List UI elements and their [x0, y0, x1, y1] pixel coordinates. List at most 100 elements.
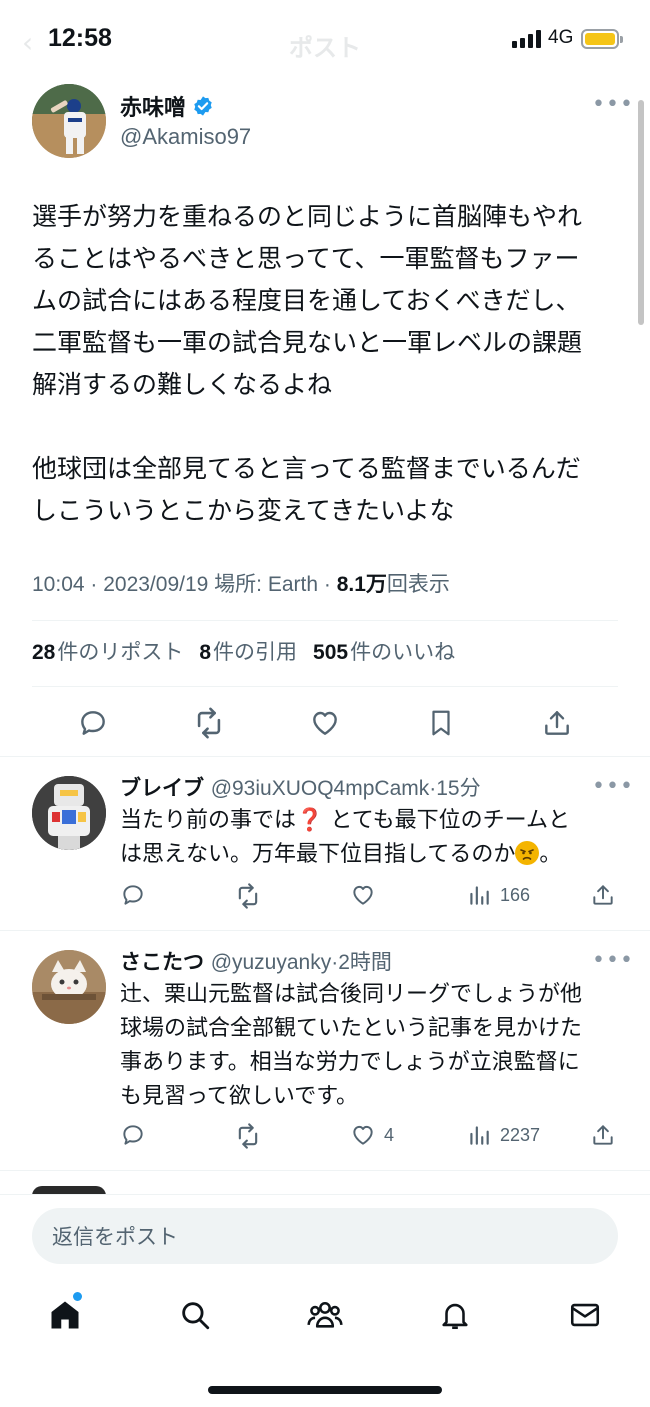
likes-label: 件のいいね: [350, 640, 456, 664]
tab-search[interactable]: [174, 1294, 216, 1336]
quotes-stat[interactable]: 8件の引用: [199, 636, 297, 666]
battery-icon: [581, 29, 619, 49]
reply-reply-button[interactable]: [120, 1122, 146, 1148]
quotes-label: 件の引用: [213, 640, 298, 664]
share-icon: [593, 885, 613, 905]
tweet-line: 他球団は全部見てると言ってる監督までいるんだ: [32, 454, 581, 483]
reply-compose-input[interactable]: 返信をポスト: [32, 1208, 618, 1264]
quotes-count: 8: [199, 641, 212, 664]
network-type: 4G: [548, 27, 574, 48]
reply-line: 事あります。相当な労力でしょうが立浪監督に: [120, 1050, 580, 1075]
divider: [0, 930, 650, 931]
views-bar-chart-icon: [470, 886, 489, 905]
tab-messages[interactable]: [564, 1294, 606, 1336]
reply-author-handle[interactable]: @93iuXUOQ4mpCamk: [211, 777, 430, 800]
reply-body: 当たり前の事では❓ とても最下位のチームと は思えない。万年最下位目指してるのか…: [120, 804, 620, 872]
tweet-line: 選手が努力を重ねるのと同じように首脳陣もやれ: [32, 202, 583, 231]
views-count: 166: [500, 884, 531, 905]
reply-time: ·15分: [429, 777, 481, 800]
like-count: 4: [384, 1124, 395, 1145]
reply-body: 辻、栗山元監督は試合後同リーグでしょうが他 球場の試合全部観ていたという記事を見…: [120, 978, 620, 1114]
cellular-signal-icon: [512, 30, 541, 48]
share-icon[interactable]: [538, 704, 576, 742]
reply-icon: [123, 1125, 143, 1145]
angry-face-icon: [515, 841, 540, 865]
reply-author-name[interactable]: ブレイブ: [120, 776, 204, 800]
reply-author-handle[interactable]: @yuzuyanky: [211, 951, 332, 974]
reply-avatar[interactable]: [32, 950, 106, 1024]
bookmark-icon[interactable]: [422, 704, 460, 742]
reply-avatar[interactable]: [32, 776, 106, 850]
tweet-line: 二軍監督も一軍の試合見ないと一軍レベルの課題: [32, 328, 583, 357]
reply-header: ブレイブ @93iuXUOQ4mpCamk·15分: [120, 772, 481, 802]
reply-like-button[interactable]: [350, 882, 384, 908]
reply-icon[interactable]: [74, 704, 112, 742]
home-icon: [51, 1301, 79, 1329]
reply-line: も見習って欲しいです。: [120, 1084, 359, 1109]
reply-line: 辻、栗山元監督は試合後同リーグでしょうが他: [120, 982, 583, 1007]
like-icon[interactable]: [306, 704, 344, 742]
divider: [32, 620, 618, 621]
reply-reply-button[interactable]: [120, 882, 146, 908]
author-handle[interactable]: @Akamiso97: [120, 124, 251, 150]
tweet-body: 選手が努力を重ねるのと同じように首脳陣もやれ ることはやるべきと思ってて、一軍監…: [32, 196, 632, 532]
reply-views-button[interactable]: 2237: [466, 1122, 540, 1148]
likes-stat[interactable]: 505件のいいね: [313, 636, 455, 666]
reply-share-button[interactable]: [590, 882, 616, 908]
home-indicator: [208, 1386, 442, 1394]
views-label: 回表示: [386, 573, 450, 596]
reply-line: 球場の試合全部観ていたという記事を見かけた: [120, 1016, 583, 1041]
reply-line-end: 。: [539, 842, 562, 867]
verified-badge-icon: [194, 96, 212, 116]
likes-count: 505: [313, 641, 349, 664]
views-count[interactable]: 8.1万: [337, 573, 387, 596]
divider: [32, 686, 618, 687]
home-notification-dot: [73, 1292, 82, 1301]
compose-placeholder: 返信をポスト: [52, 1225, 178, 1249]
reply-time: ·2時間: [331, 951, 392, 974]
reply-line-text: は思えない。万年最下位目指してるのか: [120, 842, 516, 867]
search-icon: [182, 1302, 210, 1330]
more-options-icon[interactable]: •••: [592, 92, 634, 117]
repost-icon: [238, 1123, 258, 1149]
tweet-line: 解消するの難しくなるよね: [32, 370, 333, 399]
reply-repost-button[interactable]: [234, 882, 262, 910]
repost-icon: [238, 883, 258, 909]
reply-repost-button[interactable]: [234, 1122, 262, 1150]
views-bar-chart-icon: [470, 1126, 489, 1145]
tab-notifications[interactable]: [434, 1294, 476, 1336]
tweet-line: ることはやるべきと思ってて、一軍監督もファー: [32, 244, 580, 273]
reply-more-options-icon[interactable]: •••: [592, 774, 634, 799]
like-icon: [353, 1125, 373, 1145]
tweet-meta: 10:04 · 2023/09/19 場所: Earth · 8.1万回表示: [32, 568, 450, 598]
reply-icon: [123, 885, 143, 905]
reposts-label: 件のリポスト: [57, 640, 184, 664]
author-name[interactable]: 赤味噌: [120, 90, 214, 122]
battery-nub: [620, 36, 623, 43]
like-icon: [353, 885, 373, 905]
bell-icon: [442, 1303, 468, 1330]
reply-like-button[interactable]: 4: [350, 1122, 394, 1148]
reply-author-name[interactable]: さこたつ: [120, 950, 204, 974]
divider: [0, 756, 650, 757]
tweet-timestamp-location: 10:04 · 2023/09/19 場所: Earth ·: [32, 573, 337, 596]
reply-share-button[interactable]: [590, 1122, 616, 1148]
scrollbar[interactable]: [638, 100, 644, 325]
share-icon: [593, 1125, 613, 1145]
reposts-count: 28: [32, 641, 56, 664]
tab-communities[interactable]: [304, 1294, 346, 1336]
engagement-stats: 28件のリポスト 8件の引用 505件のいいね: [32, 636, 455, 666]
reply-views-button[interactable]: 166: [466, 882, 530, 908]
divider: [0, 1170, 650, 1171]
reply-line: 当たり前の事では❓ とても最下位のチームと: [120, 808, 570, 833]
communities-icon: [307, 1301, 343, 1328]
reposts-stat[interactable]: 28件のリポスト: [32, 636, 183, 666]
tweet-line: しこういうとこから変えてきたいよな: [32, 496, 455, 525]
tweet-line: ムの試合にはある程度目を通しておくべきだし、: [32, 286, 581, 315]
reply-more-options-icon[interactable]: •••: [592, 948, 634, 973]
repost-icon[interactable]: [190, 704, 228, 742]
envelope-icon: [570, 1303, 600, 1327]
reply-line: は思えない。万年最下位目指してるのか。: [120, 838, 620, 872]
author-avatar[interactable]: [32, 84, 106, 158]
